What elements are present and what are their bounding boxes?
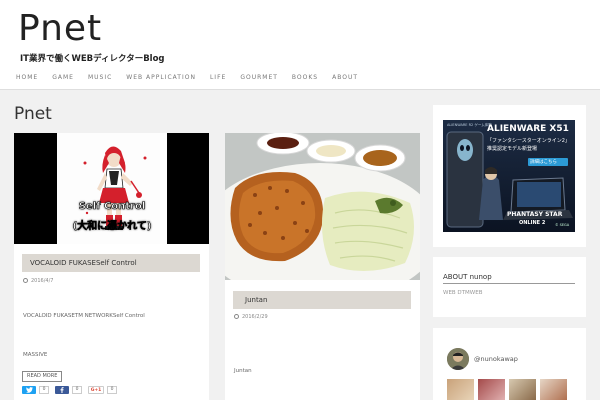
instagram-widget: @nunokawap (433, 328, 586, 400)
ad-publisher: © SEGA (555, 223, 570, 227)
thumbnail-caption-line-2: (大和に憑かれて) (72, 221, 152, 233)
nav-item-web-application[interactable]: WEB APPLICATION (126, 74, 196, 81)
page-title: Pnet (14, 104, 52, 124)
nav-item-about[interactable]: ABOUT (332, 74, 358, 81)
about-heading: ABOUT nunop (443, 273, 492, 281)
thumbnail-caption-line-1: Self Control (78, 201, 146, 213)
post-thumbnail[interactable] (225, 133, 420, 280)
facebook-share-count: 0 (72, 386, 82, 394)
twitter-share-button[interactable] (22, 386, 36, 394)
ad-brand-small: ALIENWARE R2 ゲーム体験 (447, 123, 492, 127)
ad-game-logo: PHANTASY STAR (507, 211, 563, 218)
site-title[interactable]: Pnet (18, 8, 102, 49)
about-text: WEB DTMWEB (443, 290, 483, 296)
nav-item-home[interactable]: HOME (16, 74, 38, 81)
post-title[interactable]: Juntan (233, 291, 411, 309)
facebook-share-button[interactable] (55, 386, 69, 394)
instagram-photo[interactable] (540, 379, 567, 400)
nav-item-game[interactable]: GAME (52, 74, 74, 81)
thumbnail-artwork: Self Control (大和に憑かれて) (57, 133, 167, 244)
twitter-bird-icon (25, 387, 33, 393)
ad-banner[interactable]: ALIENWARE R2 ゲーム体験 ALIENWARE X51 「ファンタシー… (443, 120, 575, 232)
avatar-photo (447, 348, 469, 370)
post-card: Juntan 2016/2/29 Juntan (225, 133, 420, 400)
ad-cta-button[interactable]: 詳細はこちら (530, 159, 557, 165)
ad-headline-line-2: 推奨認定モデル新登場 (487, 146, 538, 152)
main-nav: HOME GAME MUSIC WEB APPLICATION LIFE GOU… (16, 74, 372, 81)
instagram-handle[interactable]: @nunokawap (474, 355, 518, 363)
post-excerpt-line-1: Juntan (234, 368, 252, 374)
post-date: 2016/4/7 (23, 278, 53, 284)
twitter-share-count: 0 (39, 386, 49, 394)
nav-item-life[interactable]: LIFE (210, 74, 226, 81)
google-plus-share-button[interactable]: G+1 (88, 386, 104, 394)
instagram-photo[interactable] (478, 379, 505, 400)
about-widget: ABOUT nunop WEB DTMWEB (433, 257, 586, 317)
google-plus-label: G+1 (90, 387, 102, 393)
read-more-button[interactable]: READ MORE (22, 371, 63, 382)
post-date: 2016/2/29 (234, 314, 268, 320)
google-plus-share-count: 0 (107, 386, 117, 394)
instagram-photo[interactable] (447, 379, 474, 400)
ad-widget: ALIENWARE R2 ゲーム体験 ALIENWARE X51 「ファンタシー… (433, 105, 586, 247)
food-photo-illustration (225, 133, 420, 280)
site-tagline: IT業界で働くWEBディレクターBlog (20, 54, 165, 64)
post-date-text: 2016/2/29 (242, 314, 268, 320)
ad-product-name: ALIENWARE X51 (487, 124, 569, 134)
instagram-photo-grid (447, 379, 567, 400)
instagram-photo[interactable] (509, 379, 536, 400)
post-title[interactable]: VOCALOID FUKASESelf Control (22, 254, 200, 272)
clock-icon (23, 278, 28, 283)
share-buttons: 0 0 G+1 0 (22, 386, 120, 394)
site-header: Pnet IT業界で働くWEBディレクターBlog HOME GAME MUSI… (0, 0, 600, 90)
nav-item-books[interactable]: BOOKS (292, 74, 318, 81)
clock-icon (234, 314, 239, 319)
facebook-f-icon (60, 387, 64, 393)
ad-headline-line-1: 「ファンタシースターオンライン2」 (487, 138, 570, 144)
heading-divider (443, 283, 575, 284)
avatar[interactable] (447, 348, 469, 370)
post-excerpt-line-2: MASSIVE (23, 352, 48, 358)
nav-item-music[interactable]: MUSIC (88, 74, 112, 81)
post-card: Self Control (大和に憑かれて) VOCALOID FUKASESe… (14, 133, 209, 400)
post-thumbnail[interactable]: Self Control (大和に憑かれて) (14, 133, 209, 244)
ad-game-logo-line-2: ONLINE 2 (519, 220, 546, 226)
nav-item-gourmet[interactable]: GOURMET (240, 74, 278, 81)
post-date-text: 2016/4/7 (31, 278, 54, 284)
post-excerpt-line-1: VOCALOID FUKASETM NETWORKSelf Control (23, 313, 145, 319)
